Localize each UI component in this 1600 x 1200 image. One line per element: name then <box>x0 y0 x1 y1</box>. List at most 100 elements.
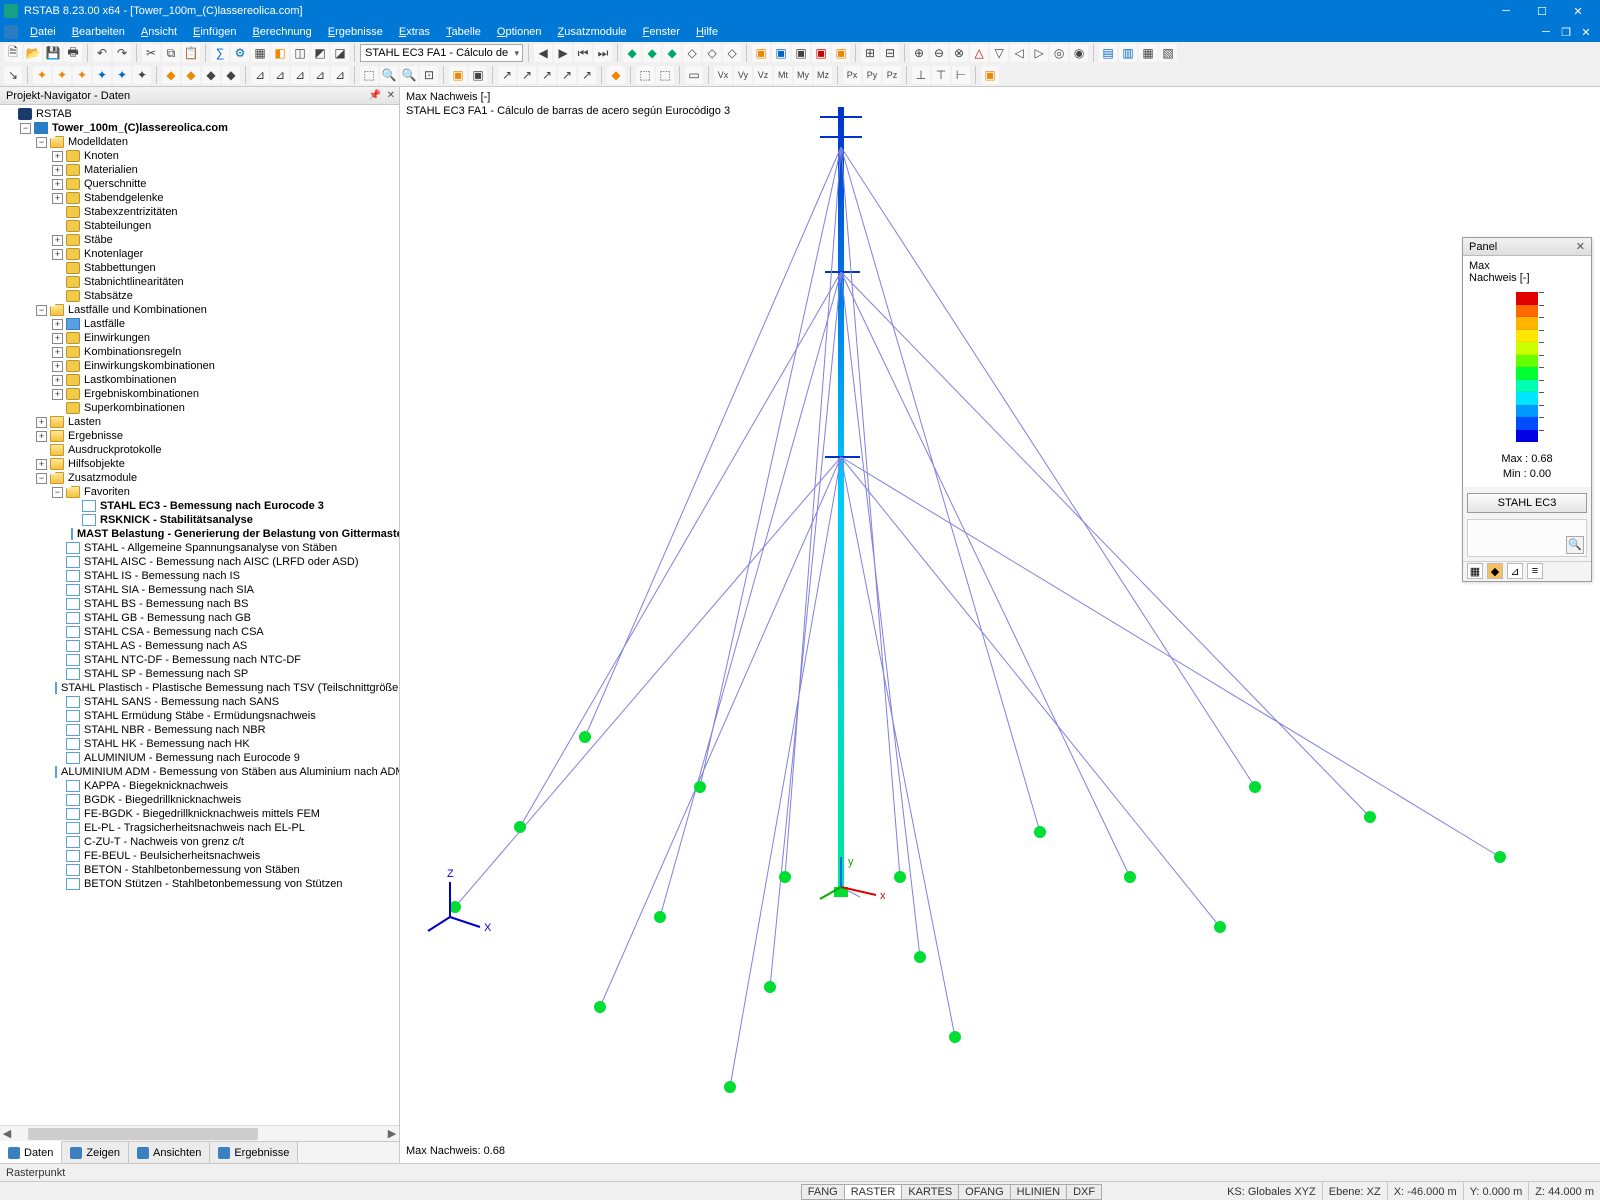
tb2-f5[interactable]: ↗ <box>578 66 596 84</box>
tb-w2[interactable]: ▣ <box>772 44 790 62</box>
tb-z3[interactable]: ▦ <box>1139 44 1157 62</box>
mdi-close[interactable]: ✕ <box>1576 24 1596 40</box>
tree-item[interactable]: MAST Belastung - Generierung der Belastu… <box>0 527 399 541</box>
tree-item[interactable]: −Lastfälle und Kombinationen <box>0 303 399 317</box>
status-tab-raster[interactable]: RASTER <box>844 1184 903 1200</box>
tb-last[interactable]: ⏭ <box>594 44 612 62</box>
status-tab-ofang[interactable]: OFANG <box>958 1184 1011 1200</box>
maximize-button[interactable]: ☐ <box>1524 0 1560 22</box>
tb-v6[interactable]: ◇ <box>723 44 741 62</box>
tb-v2[interactable]: ◆ <box>643 44 661 62</box>
tree-item[interactable]: Stabexzentrizitäten <box>0 205 399 219</box>
tb2-k1[interactable]: ⊥ <box>912 66 930 84</box>
menu-ansicht[interactable]: Ansicht <box>133 24 185 40</box>
tb2-c1[interactable]: ⊿ <box>251 66 269 84</box>
tb-y4[interactable]: △ <box>970 44 988 62</box>
tree-item[interactable]: +Lasten <box>0 415 399 429</box>
tb-calc[interactable]: ∑ <box>211 44 229 62</box>
tb2-a2[interactable]: ✦ <box>33 66 51 84</box>
tree-item[interactable]: STAHL AISC - Bemessung nach AISC (LRFD o… <box>0 555 399 569</box>
tree-item[interactable]: Stabteilungen <box>0 219 399 233</box>
menu-optionen[interactable]: Optionen <box>489 24 550 40</box>
menu-zusatzmodule[interactable]: Zusatzmodule <box>550 24 635 40</box>
tb-cut[interactable]: ✂ <box>142 44 160 62</box>
tree-item[interactable]: KAPPA - Biegeknicknachweis <box>0 779 399 793</box>
tree-item[interactable]: +Einwirkungen <box>0 331 399 345</box>
tree-item[interactable]: STAHL BS - Bemessung nach BS <box>0 597 399 611</box>
tree-item[interactable]: ALUMINIUM ADM - Bemessung von Stäben aus… <box>0 765 399 779</box>
tree-item[interactable]: STAHL SANS - Bemessung nach SANS <box>0 695 399 709</box>
menu-hilfe[interactable]: Hilfe <box>688 24 726 40</box>
tb-y7[interactable]: ▷ <box>1030 44 1048 62</box>
navigator-scrollbar[interactable]: ◀▶ <box>0 1125 399 1141</box>
tb-y9[interactable]: ◉ <box>1070 44 1088 62</box>
tb2-vx[interactable]: Vx <box>714 66 732 84</box>
tree-item[interactable]: +Ergebnisse <box>0 429 399 443</box>
tb-v5[interactable]: ◇ <box>703 44 721 62</box>
tree-item[interactable]: STAHL SIA - Bemessung nach SIA <box>0 583 399 597</box>
tree-item[interactable]: BETON - Stahlbetonbemessung von Stäben <box>0 863 399 877</box>
tb-w3[interactable]: ▣ <box>792 44 810 62</box>
tree-item[interactable]: +Lastkombinationen <box>0 373 399 387</box>
tree-item[interactable]: EL-PL - Tragsicherheitsnachweis nach EL-… <box>0 821 399 835</box>
navigator-tree[interactable]: RSTAB−Tower_100m_(C)lassereolica.com−Mod… <box>0 105 399 1125</box>
tree-item[interactable]: +Querschnitte <box>0 177 399 191</box>
tb-b2[interactable]: ◩ <box>311 44 329 62</box>
menu-einfügen[interactable]: Einfügen <box>185 24 244 40</box>
tb2-b1[interactable]: ◆ <box>162 66 180 84</box>
tree-item[interactable]: STAHL IS - Bemessung nach IS <box>0 569 399 583</box>
tree-item[interactable]: STAHL GB - Bemessung nach GB <box>0 611 399 625</box>
tb2-d3[interactable]: 🔍 <box>400 66 418 84</box>
tree-item[interactable]: +Ergebniskombinationen <box>0 387 399 401</box>
tb-z2[interactable]: ▥ <box>1119 44 1137 62</box>
tb2-mz[interactable]: Mz <box>814 66 832 84</box>
panel-button[interactable]: STAHL EC3 <box>1467 493 1587 513</box>
panel-close[interactable]: ✕ <box>1576 240 1585 253</box>
panel-zoom-icon[interactable]: 🔍 <box>1566 536 1584 554</box>
tb-b1[interactable]: ◫ <box>291 44 309 62</box>
tb2-a6[interactable]: ✦ <box>113 66 131 84</box>
tree-item[interactable]: +Knotenlager <box>0 247 399 261</box>
tb2-d1[interactable]: ⬚ <box>360 66 378 84</box>
tb-y1[interactable]: ⊕ <box>910 44 928 62</box>
tb2-b4[interactable]: ◆ <box>222 66 240 84</box>
navigator-pin[interactable]: 📌 <box>369 90 381 101</box>
tree-item[interactable]: Stabbettungen <box>0 261 399 275</box>
tb-sel[interactable]: ◧ <box>271 44 289 62</box>
tb-next[interactable]: ▶ <box>554 44 572 62</box>
tb-w4[interactable]: ▣ <box>812 44 830 62</box>
tb-x1[interactable]: ⊞ <box>861 44 879 62</box>
tb-w5[interactable]: ▣ <box>832 44 850 62</box>
tb2-py[interactable]: Py <box>863 66 881 84</box>
tb2-vy[interactable]: Vy <box>734 66 752 84</box>
panel-foot-4[interactable]: ≡ <box>1527 563 1543 579</box>
tree-item[interactable]: STAHL NBR - Bemessung nach NBR <box>0 723 399 737</box>
tb2-e2[interactable]: ▣ <box>469 66 487 84</box>
panel-header[interactable]: Panel ✕ <box>1463 238 1591 256</box>
tb-v4[interactable]: ◇ <box>683 44 701 62</box>
nav-tab-daten[interactable]: Daten <box>0 1141 62 1163</box>
tb-params[interactable]: ⚙ <box>231 44 249 62</box>
tree-item[interactable]: −Tower_100m_(C)lassereolica.com <box>0 121 399 135</box>
tree-item[interactable]: STAHL CSA - Bemessung nach CSA <box>0 625 399 639</box>
tb-undo[interactable]: ↶ <box>93 44 111 62</box>
tb-y3[interactable]: ⊗ <box>950 44 968 62</box>
tree-item[interactable]: BGDK - Biegedrillknicknachweis <box>0 793 399 807</box>
status-tab-fang[interactable]: FANG <box>801 1184 845 1200</box>
tree-item[interactable]: +Einwirkungskombinationen <box>0 359 399 373</box>
tb2-c5[interactable]: ⊿ <box>331 66 349 84</box>
tb2-a5[interactable]: ✦ <box>93 66 111 84</box>
menu-extras[interactable]: Extras <box>391 24 438 40</box>
tb2-b3[interactable]: ◆ <box>202 66 220 84</box>
tree-item[interactable]: RSKNICK - Stabilitätsanalyse <box>0 513 399 527</box>
tb-y5[interactable]: ▽ <box>990 44 1008 62</box>
results-panel[interactable]: Panel ✕ Max Nachweis [-] Max : 0.68 Min … <box>1462 237 1592 582</box>
tb2-f1[interactable]: ↗ <box>498 66 516 84</box>
menu-fenster[interactable]: Fenster <box>635 24 688 40</box>
tb2-a3[interactable]: ✦ <box>53 66 71 84</box>
tree-item[interactable]: +Stäbe <box>0 233 399 247</box>
tree-item[interactable]: Superkombinationen <box>0 401 399 415</box>
tb2-h2[interactable]: ⬚ <box>656 66 674 84</box>
tree-item[interactable]: STAHL EC3 - Bemessung nach Eurocode 3 <box>0 499 399 513</box>
menu-datei[interactable]: Datei <box>22 24 64 40</box>
